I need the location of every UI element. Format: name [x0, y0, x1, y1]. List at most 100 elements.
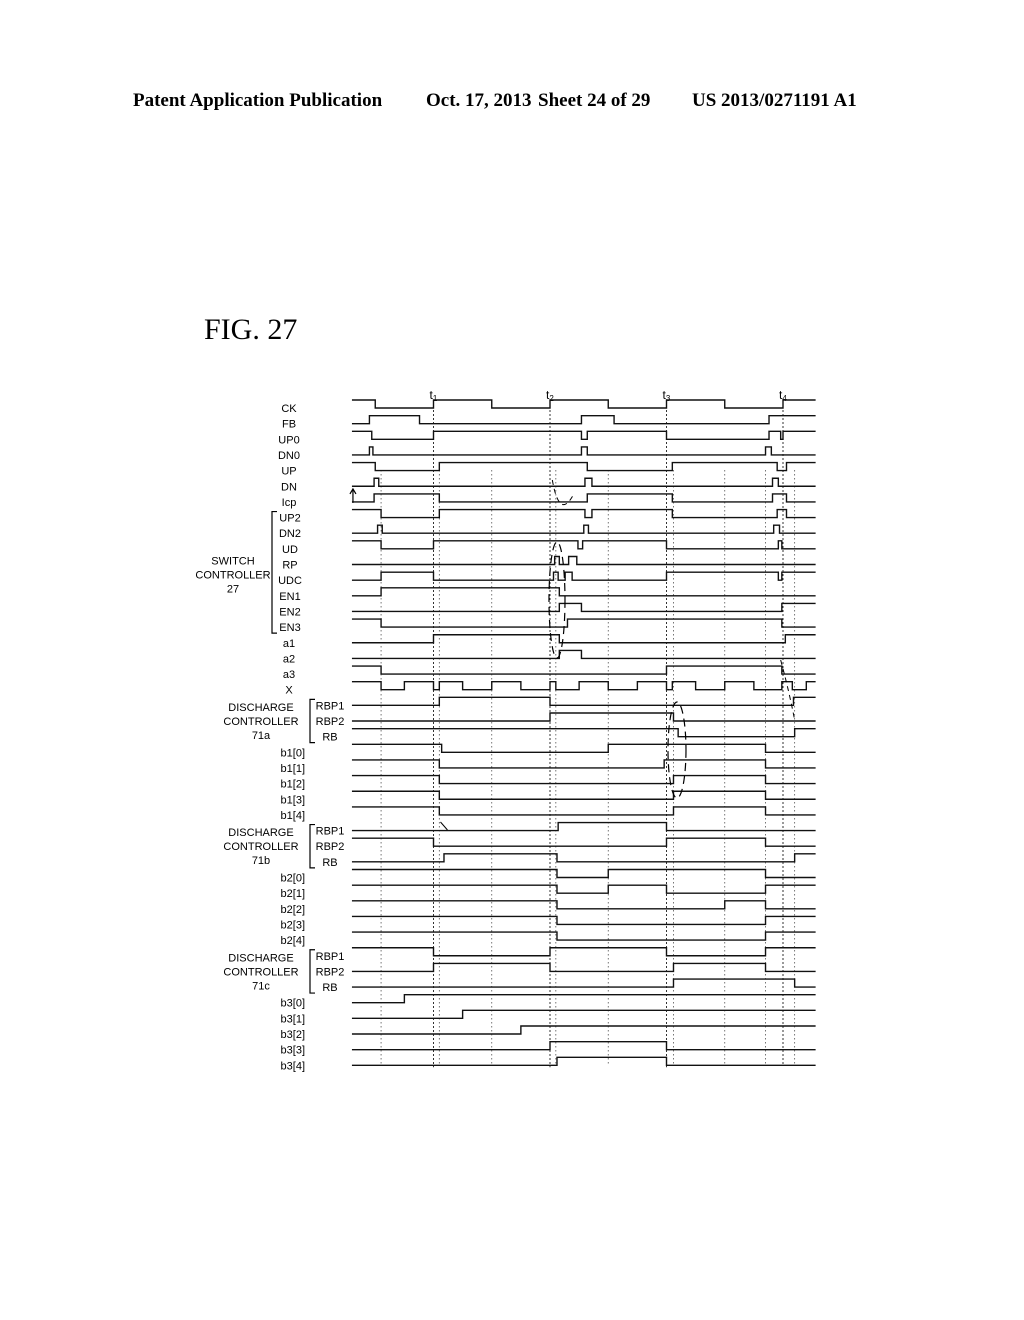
signal-waveform	[351, 727, 816, 738]
signal-label: b3[2]	[281, 1029, 305, 1041]
signal-waveform	[351, 555, 816, 566]
signal-waveform	[351, 743, 816, 753]
signal-waveform	[351, 1025, 816, 1035]
signal-waveform	[351, 571, 816, 581]
signal-label: DN2	[279, 528, 301, 540]
signal-waveform	[351, 508, 816, 519]
signal-label: DN0	[278, 450, 300, 462]
signal-waveform	[351, 962, 816, 973]
signal-label: X	[285, 685, 293, 697]
switch-controller-label: 27	[227, 583, 239, 595]
signal-label: DN	[281, 481, 297, 493]
signal-waveform	[351, 414, 816, 425]
annotation-ellipse	[667, 701, 687, 799]
discharge-controller-label: DISCHARGE	[228, 827, 293, 839]
signal-label: b1[1]	[281, 763, 305, 775]
signal-waveform	[351, 477, 816, 487]
discharge-controller-bracket	[309, 949, 315, 994]
discharge-controller-bracket	[309, 823, 315, 869]
signal-label: RB	[322, 732, 337, 744]
signal-label: a3	[283, 669, 295, 681]
signal-label: b3[0]	[281, 998, 305, 1010]
signal-waveform	[351, 1056, 816, 1066]
signal-label: b3[3]	[281, 1045, 305, 1057]
signal-label: UP2	[279, 513, 300, 525]
signal-label: RBP2	[316, 966, 345, 978]
timing-diagram: t1 t2 t3 t4SWITCHCONTROLLER27DISCHARGECONTR…	[195, 388, 816, 1072]
signal-label: UP	[281, 466, 296, 478]
signal-label: UDC	[278, 575, 302, 587]
signal-waveform	[351, 430, 816, 440]
signal-waveform	[351, 399, 816, 409]
discharge-controller-label: DISCHARGE	[228, 952, 293, 964]
signal-label: b2[0]	[281, 873, 305, 885]
signal-waveform	[351, 493, 816, 503]
discharge-controller-label: CONTROLLER	[223, 841, 298, 853]
discharge-controller-label: DISCHARGE	[228, 702, 293, 714]
discharge-controller-label: 71a	[252, 730, 271, 742]
signal-waveform	[351, 915, 816, 926]
signal-waveform	[351, 618, 816, 628]
annotation-ellipse	[548, 541, 566, 659]
signal-waveform	[351, 587, 816, 597]
signal-label: RBP2	[316, 841, 345, 853]
signal-waveform	[351, 931, 816, 941]
signal-waveform	[351, 446, 816, 456]
signal-waveform	[351, 868, 816, 879]
signal-waveform	[351, 884, 816, 894]
annotation-arrow	[551, 479, 574, 506]
signal-waveform	[351, 524, 816, 534]
signal-label: RB	[322, 857, 337, 869]
signal-waveform	[351, 1009, 816, 1020]
discharge-controller-bracket	[309, 698, 315, 744]
signal-label: CK	[281, 403, 297, 415]
discharge-controller-label: 71c	[252, 980, 270, 992]
signal-label: UD	[282, 544, 298, 556]
signal-label: RBP1	[316, 700, 345, 712]
signal-label: b2[1]	[281, 888, 305, 900]
signal-label: RBP2	[316, 716, 345, 728]
signal-label: RB	[322, 982, 337, 994]
current-arrow-icon	[349, 487, 357, 503]
signal-label: b1[0]	[281, 747, 305, 759]
discharge-controller-label: 71b	[252, 855, 270, 867]
signal-waveform	[351, 978, 816, 988]
signal-waveform	[351, 947, 816, 957]
switch-controller-label: SWITCH	[211, 555, 254, 567]
signal-label: RP	[282, 560, 297, 572]
signal-waveform	[351, 696, 816, 707]
switch-controller-label: CONTROLLER	[195, 569, 270, 581]
signal-waveform	[351, 681, 816, 691]
signal-label: b3[1]	[281, 1013, 305, 1025]
annotation-arrow	[440, 821, 448, 831]
signal-waveform	[351, 759, 816, 769]
signal-label: b2[2]	[281, 904, 305, 916]
signal-waveform	[351, 1040, 816, 1051]
signal-label: b1[2]	[281, 779, 305, 791]
signal-waveform	[351, 712, 816, 722]
signal-label: EN2	[279, 606, 300, 618]
signal-label: a1	[283, 638, 295, 650]
signal-waveform	[351, 774, 816, 785]
signal-label: EN3	[279, 622, 300, 634]
signal-label: a2	[283, 653, 295, 665]
signal-waveform	[351, 821, 816, 832]
discharge-controller-label: CONTROLLER	[223, 716, 298, 728]
signal-label: RBP1	[316, 826, 345, 838]
signal-waveform	[351, 649, 816, 660]
signal-waveform	[351, 665, 816, 675]
signal-waveform	[351, 837, 816, 847]
signal-label: FB	[282, 419, 296, 431]
signal-waveform	[351, 806, 816, 816]
signal-waveform	[351, 602, 816, 613]
discharge-controller-label: CONTROLLER	[223, 966, 298, 978]
signal-waveform	[351, 853, 816, 863]
signal-label: b2[3]	[281, 919, 305, 931]
signal-label: b3[4]	[281, 1060, 305, 1072]
switch-controller-bracket	[271, 510, 277, 634]
signal-label: b1[4]	[281, 810, 305, 822]
signal-waveform	[351, 900, 816, 910]
signal-waveform	[351, 634, 816, 644]
signal-label: b2[4]	[281, 935, 305, 947]
signal-waveform	[351, 994, 816, 1004]
